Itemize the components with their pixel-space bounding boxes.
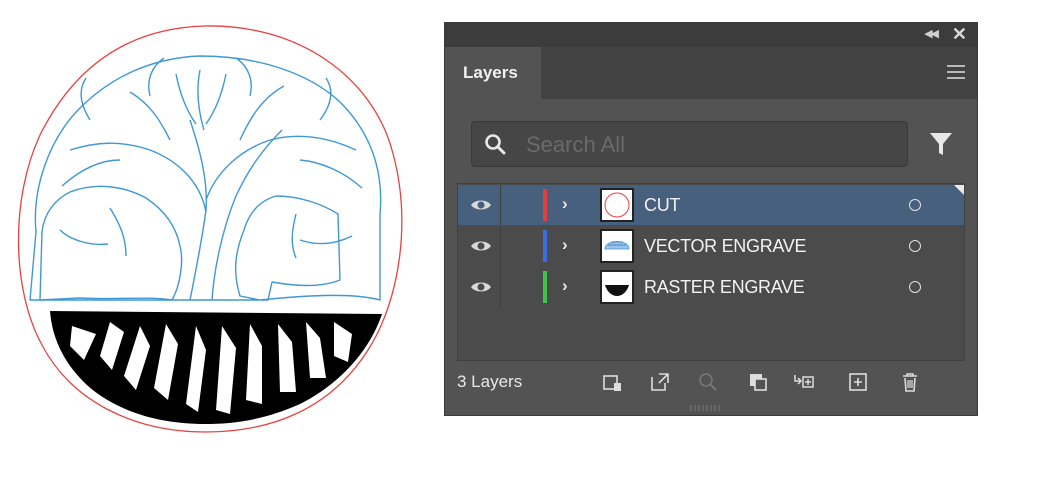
- row-divider: [500, 226, 501, 266]
- tab-bar: Layers: [445, 47, 977, 99]
- collapse-icon[interactable]: ◀◀: [924, 27, 939, 40]
- panel-titlebar: ◀◀ ✕: [445, 23, 977, 47]
- layer-name[interactable]: VECTOR ENGRAVE: [644, 236, 806, 257]
- layer-color-bar: [543, 189, 547, 221]
- close-icon[interactable]: ✕: [952, 24, 967, 45]
- layer-row-vector-engrave[interactable]: › VECTOR ENGRAVE: [458, 226, 964, 266]
- layer-name[interactable]: RASTER ENGRAVE: [644, 277, 805, 298]
- layer-count: 3 Layers: [457, 372, 523, 391]
- search-box: [471, 121, 908, 167]
- layer-row-raster-engrave[interactable]: › RASTER ENGRAVE: [458, 267, 964, 307]
- eye-icon[interactable]: [470, 279, 492, 295]
- artboard-clip-icon[interactable]: [601, 371, 623, 393]
- layer-thumbnail: [600, 188, 634, 222]
- panel-footer: 3 Layers: [445, 367, 977, 403]
- layer-name[interactable]: CUT: [644, 195, 680, 216]
- layer-color-bar: [543, 230, 547, 262]
- menu-icon[interactable]: [947, 65, 965, 79]
- row-divider: [500, 185, 501, 225]
- layer-thumbnail: [600, 270, 634, 304]
- layer-thumbnail: [600, 229, 634, 263]
- sublayer-icon[interactable]: [793, 371, 815, 393]
- eye-icon[interactable]: [470, 197, 492, 213]
- locate-object-icon[interactable]: [697, 371, 719, 393]
- chevron-right-icon[interactable]: ›: [562, 235, 568, 255]
- clipping-mask-icon[interactable]: [747, 371, 769, 393]
- chevron-right-icon[interactable]: ›: [562, 194, 568, 214]
- layer-color-bar: [543, 271, 547, 303]
- target-circle-icon[interactable]: [909, 240, 921, 252]
- chevron-right-icon[interactable]: ›: [562, 276, 568, 296]
- tree-of-life-artwork: [17, 25, 403, 433]
- layer-row-cut[interactable]: › CUT: [458, 185, 964, 225]
- search-input[interactable]: [524, 130, 888, 160]
- filter-icon[interactable]: [929, 131, 953, 157]
- row-divider: [500, 267, 501, 307]
- search-icon: [485, 134, 506, 155]
- selection-corner-marker: [954, 185, 964, 195]
- raster-engrave-roots: [50, 311, 382, 424]
- export-icon[interactable]: [649, 371, 671, 393]
- resize-grip[interactable]: [689, 404, 733, 412]
- delete-icon[interactable]: [899, 371, 921, 393]
- vector-engrave-tree: [29, 55, 382, 301]
- new-layer-icon[interactable]: [847, 371, 869, 393]
- layers-list: › CUT › VECTOR ENGRAVE › RASTER ENGRAVE: [457, 183, 965, 361]
- eye-icon[interactable]: [470, 238, 492, 254]
- target-circle-icon[interactable]: [909, 199, 921, 211]
- target-circle-icon[interactable]: [909, 281, 921, 293]
- tab-layers[interactable]: Layers: [445, 47, 541, 99]
- layers-panel: ◀◀ ✕ Layers › CUT: [444, 22, 978, 416]
